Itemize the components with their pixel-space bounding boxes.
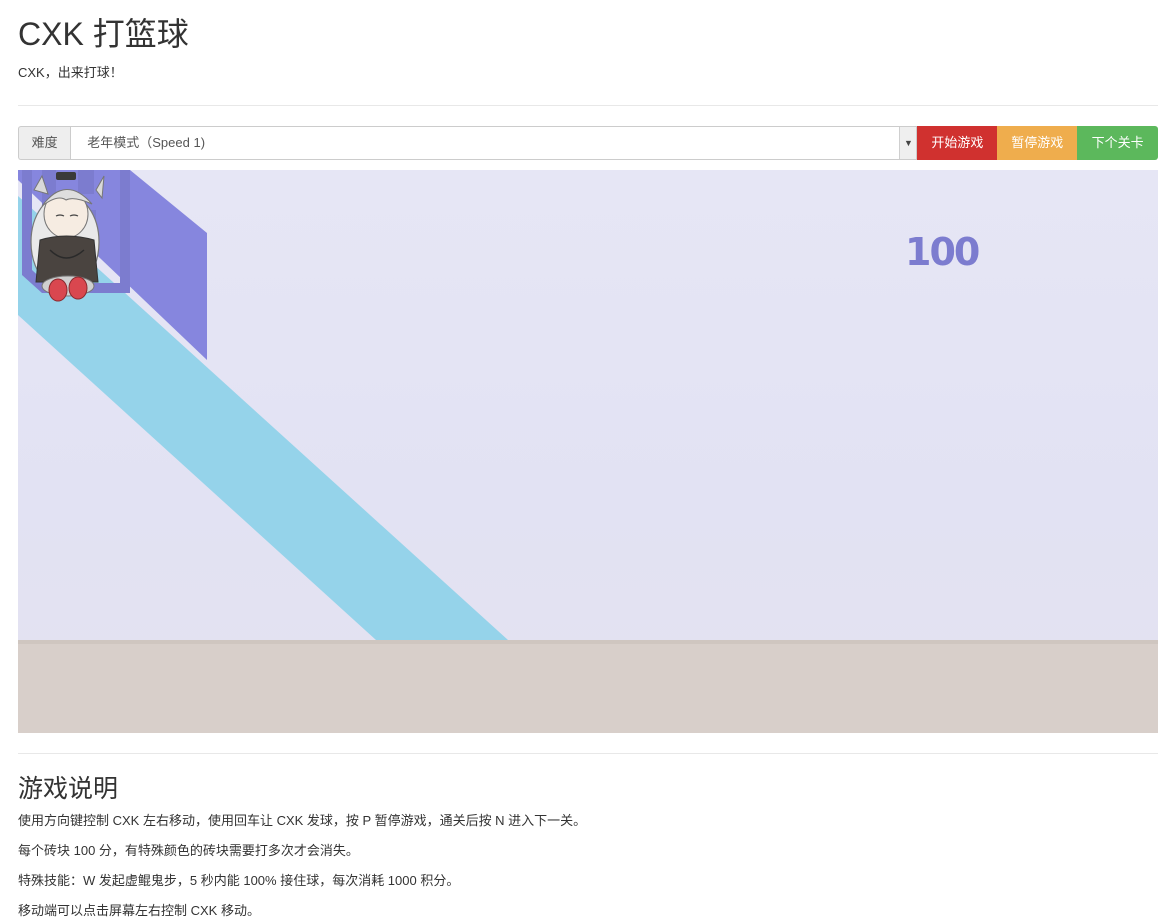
page-container: CXK 打篮球 CXK，出来打球！ 难度 老年模式（Speed 1) ▼ 开始游… <box>18 0 1158 920</box>
section-divider <box>18 753 1158 754</box>
page-title: CXK 打篮球 <box>18 16 189 52</box>
instruction-line: 特殊技能：W 发起虚鲲鬼步，5 秒内能 100% 接住球，每次消耗 1000 积… <box>18 873 460 888</box>
page-subtitle: CXK，出来打球！ <box>18 65 123 80</box>
controls-bar: 难度 老年模式（Speed 1) ▼ 开始游戏 暂停游戏 下个关卡 <box>18 126 1158 160</box>
stage-background <box>18 170 1158 733</box>
floor-edge <box>18 640 1158 644</box>
start-game-button[interactable]: 开始游戏 <box>917 126 998 160</box>
stage-score-text: 100 <box>905 230 980 274</box>
game-canvas[interactable]: 100 <box>18 170 1158 733</box>
chevron-down-icon[interactable]: ▼ <box>899 127 917 159</box>
difficulty-selected-value: 老年模式（Speed 1) <box>87 135 206 150</box>
instruction-line: 移动端可以点击屏幕左右控制 CXK 移动。 <box>18 903 260 918</box>
floor <box>18 640 1158 733</box>
player-sprite-icon <box>30 172 105 302</box>
instructions-title: 游戏说明 <box>18 775 119 803</box>
pause-game-button[interactable]: 暂停游戏 <box>997 126 1078 160</box>
instruction-line: 使用方向键控制 CXK 左右移动，使用回车让 CXK 发球，按 P 暂停游戏，通… <box>18 813 587 828</box>
instruction-line: 每个砖块 100 分，有特殊颜色的砖块需要打多次才会消失。 <box>18 843 359 858</box>
next-level-button[interactable]: 下个关卡 <box>1077 126 1158 160</box>
header-divider <box>18 105 1158 106</box>
difficulty-select[interactable]: 老年模式（Speed 1) ▼ <box>70 126 918 160</box>
difficulty-label: 难度 <box>18 126 71 160</box>
